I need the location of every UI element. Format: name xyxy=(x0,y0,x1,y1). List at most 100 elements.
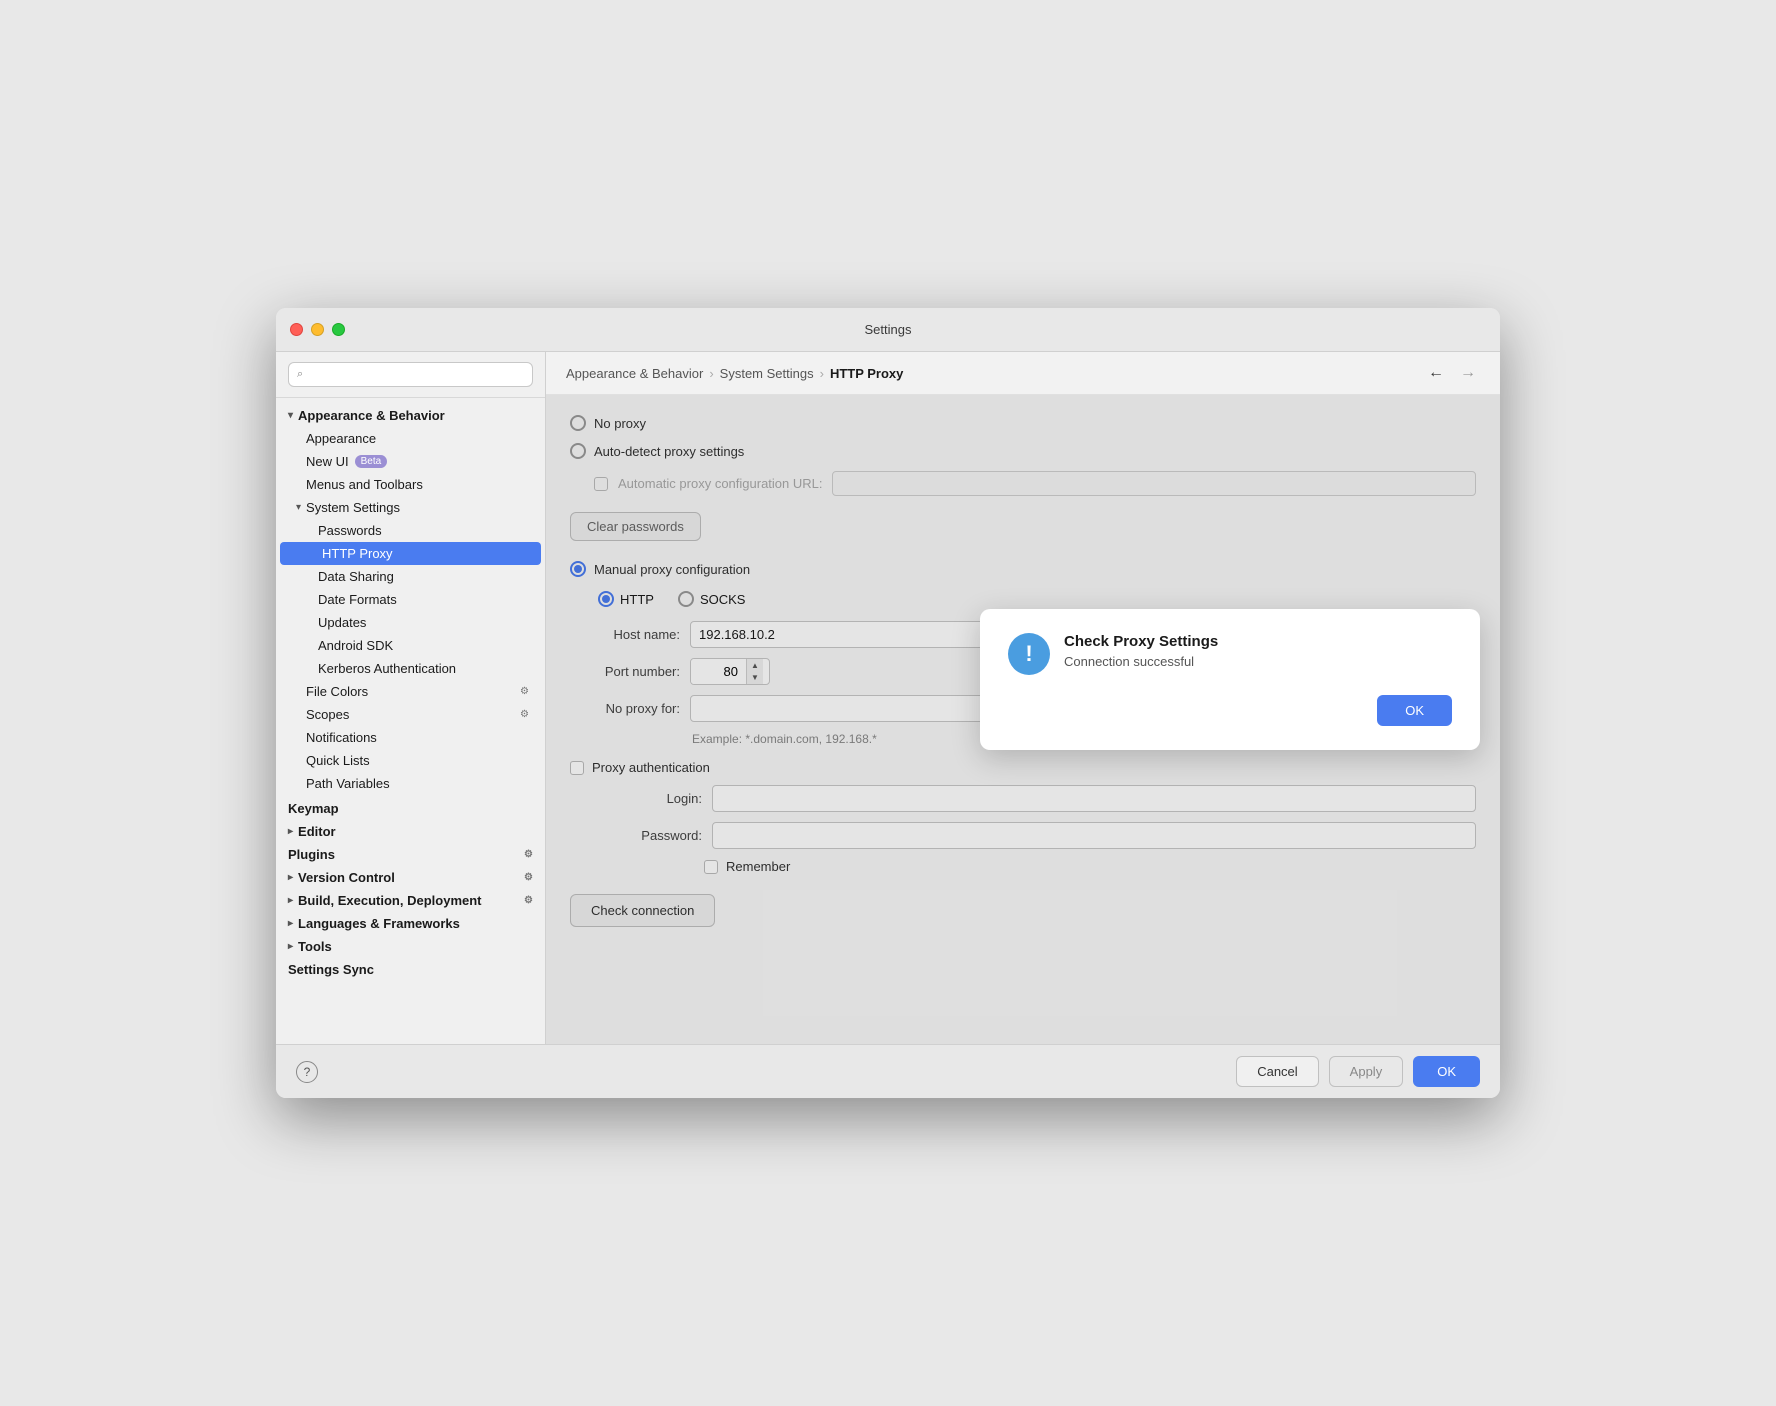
sidebar-group-editor[interactable]: ▸ Editor xyxy=(276,820,545,843)
chevron-right-icon: ▸ xyxy=(288,872,293,883)
sidebar-section-appearance-behavior: ▾ Appearance & Behavior Appearance New U… xyxy=(276,404,545,795)
proxy-auth-row: Proxy authentication xyxy=(570,760,1476,775)
login-label: Login: xyxy=(592,791,702,806)
port-increment-button[interactable]: ▲ xyxy=(747,659,763,672)
dialog-ok-button[interactable]: OK xyxy=(1377,695,1452,726)
breadcrumb-sep1: › xyxy=(709,366,713,381)
breadcrumb-part1: Appearance & Behavior xyxy=(566,366,703,381)
http-radio[interactable] xyxy=(598,591,614,607)
sidebar-group-keymap[interactable]: Keymap xyxy=(276,797,545,820)
nav-arrows: ← → xyxy=(1424,362,1480,384)
sidebar-group-version-control[interactable]: ▸ Version Control ⚙ xyxy=(276,866,545,889)
protocol-row: HTTP SOCKS xyxy=(598,591,1476,607)
password-row: Password: xyxy=(592,822,1476,849)
chevron-right-icon: ▸ xyxy=(288,826,293,837)
sidebar-item-quick-lists[interactable]: Quick Lists xyxy=(276,749,545,772)
no-proxy-radio[interactable] xyxy=(570,415,586,431)
check-connection-button[interactable]: Check connection xyxy=(570,894,715,927)
manual-proxy-header: Manual proxy configuration xyxy=(570,561,1476,577)
maximize-button[interactable] xyxy=(332,323,345,336)
search-input[interactable] xyxy=(309,367,524,382)
settings-icon: ⚙ xyxy=(520,686,529,697)
sidebar-item-scopes[interactable]: Scopes ⚙ xyxy=(276,703,545,726)
breadcrumb: Appearance & Behavior › System Settings … xyxy=(566,366,903,381)
login-input[interactable] xyxy=(712,785,1476,812)
chevron-right-icon: ▸ xyxy=(288,918,293,929)
cancel-button[interactable]: Cancel xyxy=(1236,1056,1318,1087)
breadcrumb-sep2: › xyxy=(820,366,824,381)
breadcrumb-part2: System Settings xyxy=(720,366,814,381)
auto-config-url-input[interactable] xyxy=(832,471,1476,496)
apply-button[interactable]: Apply xyxy=(1329,1056,1404,1087)
dialog-footer: OK xyxy=(1008,695,1452,726)
settings-icon: ⚙ xyxy=(520,709,529,720)
sidebar-item-data-sharing[interactable]: Data Sharing xyxy=(276,565,545,588)
search-bar: ⌕ xyxy=(276,352,545,398)
hostname-label: Host name: xyxy=(570,627,680,642)
manual-proxy-radio[interactable] xyxy=(570,561,586,577)
sidebar-item-date-formats[interactable]: Date Formats xyxy=(276,588,545,611)
auto-detect-radio[interactable] xyxy=(570,443,586,459)
breadcrumb-part3: HTTP Proxy xyxy=(830,366,903,381)
sidebar-group-tools[interactable]: ▸ Tools xyxy=(276,935,545,958)
sidebar-group-plugins[interactable]: Plugins ⚙ xyxy=(276,843,545,866)
sidebar-item-kerberos-auth[interactable]: Kerberos Authentication xyxy=(276,657,545,680)
password-input[interactable] xyxy=(712,822,1476,849)
search-icon: ⌕ xyxy=(297,368,303,381)
dialog-message: Connection successful xyxy=(1064,654,1218,669)
sidebar-item-updates[interactable]: Updates xyxy=(276,611,545,634)
no-proxy-label: No proxy xyxy=(594,416,646,431)
sidebar-item-menus-toolbars[interactable]: Menus and Toolbars xyxy=(276,473,545,496)
minimize-button[interactable] xyxy=(311,323,324,336)
sidebar-tree: ▾ Appearance & Behavior Appearance New U… xyxy=(276,398,545,1044)
sidebar-group-build[interactable]: ▸ Build, Execution, Deployment ⚙ xyxy=(276,889,545,912)
sidebar-item-path-variables[interactable]: Path Variables xyxy=(276,772,545,795)
help-button[interactable]: ? xyxy=(296,1061,318,1083)
bottom-bar: ? Cancel Apply OK xyxy=(276,1044,1500,1098)
sidebar: ⌕ ▾ Appearance & Behavior Appearance New… xyxy=(276,352,546,1044)
remember-label: Remember xyxy=(726,859,790,874)
sidebar-group-languages[interactable]: ▸ Languages & Frameworks xyxy=(276,912,545,935)
sidebar-item-system-settings[interactable]: ▾ System Settings xyxy=(276,496,545,519)
remember-checkbox[interactable] xyxy=(704,860,718,874)
sidebar-item-android-sdk[interactable]: Android SDK xyxy=(276,634,545,657)
check-proxy-dialog: ! Check Proxy Settings Connection succes… xyxy=(980,609,1480,750)
settings-icon: ⚙ xyxy=(524,849,533,860)
back-arrow[interactable]: ← xyxy=(1424,362,1448,384)
close-button[interactable] xyxy=(290,323,303,336)
ok-button[interactable]: OK xyxy=(1413,1056,1480,1087)
port-decrement-button[interactable]: ▼ xyxy=(747,672,763,685)
no-proxy-for-label: No proxy for: xyxy=(570,701,680,716)
port-spinner: ▲ ▼ xyxy=(690,658,770,685)
forward-arrow[interactable]: → xyxy=(1456,362,1480,384)
bottom-actions: Cancel Apply OK xyxy=(1236,1056,1480,1087)
chevron-right-icon: ▸ xyxy=(288,895,293,906)
sidebar-group-appearance-behavior[interactable]: ▾ Appearance & Behavior xyxy=(276,404,545,427)
port-input[interactable] xyxy=(691,659,746,684)
password-label: Password: xyxy=(592,828,702,843)
http-option: HTTP xyxy=(598,591,654,607)
settings-panel: No proxy Auto-detect proxy settings Auto… xyxy=(546,395,1500,1044)
auto-config-row: Automatic proxy configuration URL: xyxy=(594,471,1476,496)
clear-passwords-button[interactable]: Clear passwords xyxy=(570,512,701,541)
title-bar: Settings xyxy=(276,308,1500,352)
sidebar-item-new-ui[interactable]: New UI Beta xyxy=(276,450,545,473)
socks-radio[interactable] xyxy=(678,591,694,607)
sidebar-item-passwords[interactable]: Passwords xyxy=(276,519,545,542)
auto-config-label: Automatic proxy configuration URL: xyxy=(618,476,822,491)
sidebar-item-notifications[interactable]: Notifications xyxy=(276,726,545,749)
port-label: Port number: xyxy=(570,664,680,679)
auto-detect-option: Auto-detect proxy settings xyxy=(570,443,1476,459)
remember-row: Remember xyxy=(704,859,1476,874)
window-title: Settings xyxy=(865,322,912,337)
proxy-auth-checkbox[interactable] xyxy=(570,761,584,775)
settings-icon: ⚙ xyxy=(524,895,533,906)
sidebar-item-file-colors[interactable]: File Colors ⚙ xyxy=(276,680,545,703)
sidebar-group-settings-sync[interactable]: Settings Sync xyxy=(276,958,545,981)
sidebar-item-http-proxy[interactable]: HTTP Proxy xyxy=(280,542,541,565)
beta-badge: Beta xyxy=(355,455,388,468)
info-icon: ! xyxy=(1008,633,1050,675)
auto-config-checkbox[interactable] xyxy=(594,477,608,491)
chevron-down-icon: ▾ xyxy=(296,502,301,513)
sidebar-item-appearance[interactable]: Appearance xyxy=(276,427,545,450)
